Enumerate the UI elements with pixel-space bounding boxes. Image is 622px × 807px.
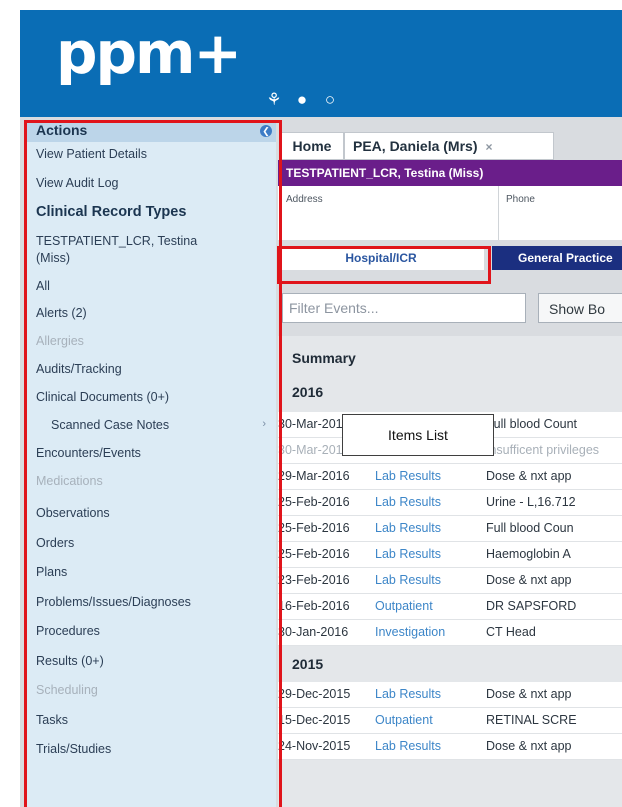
row-date: 30-Mar-2016	[278, 417, 350, 431]
row-description: DR SAPSFORD	[486, 599, 577, 613]
row-type[interactable]: Lab Results	[375, 469, 441, 483]
row-type[interactable]: Investigation	[375, 625, 445, 639]
row-date: 30-Mar-2016	[278, 443, 350, 457]
row-description: CT Head	[486, 625, 536, 639]
show-button[interactable]: Show Bo	[538, 293, 622, 323]
row-type[interactable]: Outpatient	[375, 713, 433, 727]
table-row[interactable]: 29-Dec-2015 Lab Results Dose & nxt app	[278, 682, 622, 708]
phone-label: Phone	[506, 194, 535, 205]
summary-heading: Summary	[292, 350, 356, 366]
app-window: ppm+ ⚘ ● ○ Actions ❮ View Patient Detail…	[20, 10, 622, 807]
row-description: Dose & nxt app	[486, 739, 572, 753]
row-description: Dose & nxt app	[486, 469, 572, 483]
row-date: 30-Jan-2016	[278, 625, 349, 639]
close-tab-icon[interactable]: ×	[485, 140, 492, 154]
hospital-tab-highlight-box	[277, 246, 491, 284]
row-description: RETINAL SCRE	[486, 713, 577, 727]
row-date: 25-Feb-2016	[278, 521, 350, 535]
row-type[interactable]: Lab Results	[375, 739, 441, 753]
ppm-logo: ppm+	[56, 19, 242, 87]
row-description: Dose & nxt app	[486, 687, 572, 701]
table-row[interactable]: 25-Feb-2016 Lab Results Haemoglobin A	[278, 542, 622, 568]
table-row[interactable]: 30-Jan-2016 Investigation CT Head	[278, 620, 622, 646]
row-type[interactable]: Lab Results	[375, 573, 441, 587]
row-date: 29-Mar-2016	[278, 469, 350, 483]
row-type[interactable]: Lab Results	[375, 495, 441, 509]
items-list-callout: Items List	[342, 414, 494, 456]
table-row[interactable]: 16-Feb-2016 Outpatient DR SAPSFORD	[278, 594, 622, 620]
events-list: Summary 2016 30-Mar-2016 Lab Results Full …	[278, 336, 622, 807]
tab-patient-label: PEA, Daniela (Mrs)	[353, 138, 478, 154]
row-date: 29-Dec-2015	[278, 687, 351, 701]
table-row[interactable]: 25-Feb-2016 Lab Results Full blood Coun	[278, 516, 622, 542]
row-description: Dose & nxt app	[486, 573, 572, 587]
row-date: 25-Feb-2016	[278, 495, 350, 509]
row-description: Full blood Count	[486, 417, 578, 431]
row-date: 23-Feb-2016	[278, 573, 350, 587]
org-icon[interactable]: ⚘	[266, 90, 282, 110]
address-column: Address	[278, 186, 499, 240]
table-row[interactable]: 25-Feb-2016 Lab Results Urine - L,16.712	[278, 490, 622, 516]
year-heading-2015: 2015	[292, 656, 324, 672]
row-type[interactable]: Lab Results	[375, 521, 441, 535]
refresh-icon[interactable]: ○	[322, 90, 338, 110]
row-description: Full blood Coun	[486, 521, 574, 535]
patient-contact-panel: Address Phone	[278, 186, 622, 240]
table-row[interactable]: 23-Feb-2016 Lab Results Dose & nxt app	[278, 568, 622, 594]
row-type[interactable]: Lab Results	[375, 687, 441, 701]
row-date: 16-Feb-2016	[278, 599, 350, 613]
patient-tabs: Home PEA, Daniela (Mrs) ×	[278, 130, 622, 160]
actions-highlight-box	[24, 120, 282, 807]
row-type[interactable]: Lab Results	[375, 547, 441, 561]
row-description: Insufficent privileges	[486, 443, 600, 457]
row-date: 24-Nov-2015	[278, 739, 351, 753]
address-label: Address	[286, 194, 323, 205]
table-row[interactable]: 24-Nov-2015 Lab Results Dose & nxt app	[278, 734, 622, 760]
tab-general-practice[interactable]: General Practice	[492, 246, 622, 270]
row-date: 25-Feb-2016	[278, 547, 350, 561]
filter-events-input[interactable]	[282, 293, 526, 323]
row-description: Haemoglobin A	[486, 547, 571, 561]
tab-patient[interactable]: PEA, Daniela (Mrs) ×	[344, 132, 554, 160]
app-header: ppm+ ⚘ ● ○	[20, 10, 622, 117]
row-description: Urine - L,16.712	[486, 495, 576, 509]
phone-column: Phone	[498, 186, 622, 240]
patient-banner: TESTPATIENT_LCR, Testina (Miss)	[278, 160, 622, 186]
table-row[interactable]: 15-Dec-2015 Outpatient RETINAL SCRE	[278, 708, 622, 734]
table-row[interactable]: 29-Mar-2016 Lab Results Dose & nxt app	[278, 464, 622, 490]
year-heading-2016: 2016	[292, 384, 324, 400]
user-icon[interactable]: ●	[294, 90, 310, 110]
row-type[interactable]: Outpatient	[375, 599, 433, 613]
row-date: 15-Dec-2015	[278, 713, 351, 727]
tab-home[interactable]: Home	[280, 132, 344, 160]
header-icons: ⚘ ● ○	[266, 90, 338, 110]
